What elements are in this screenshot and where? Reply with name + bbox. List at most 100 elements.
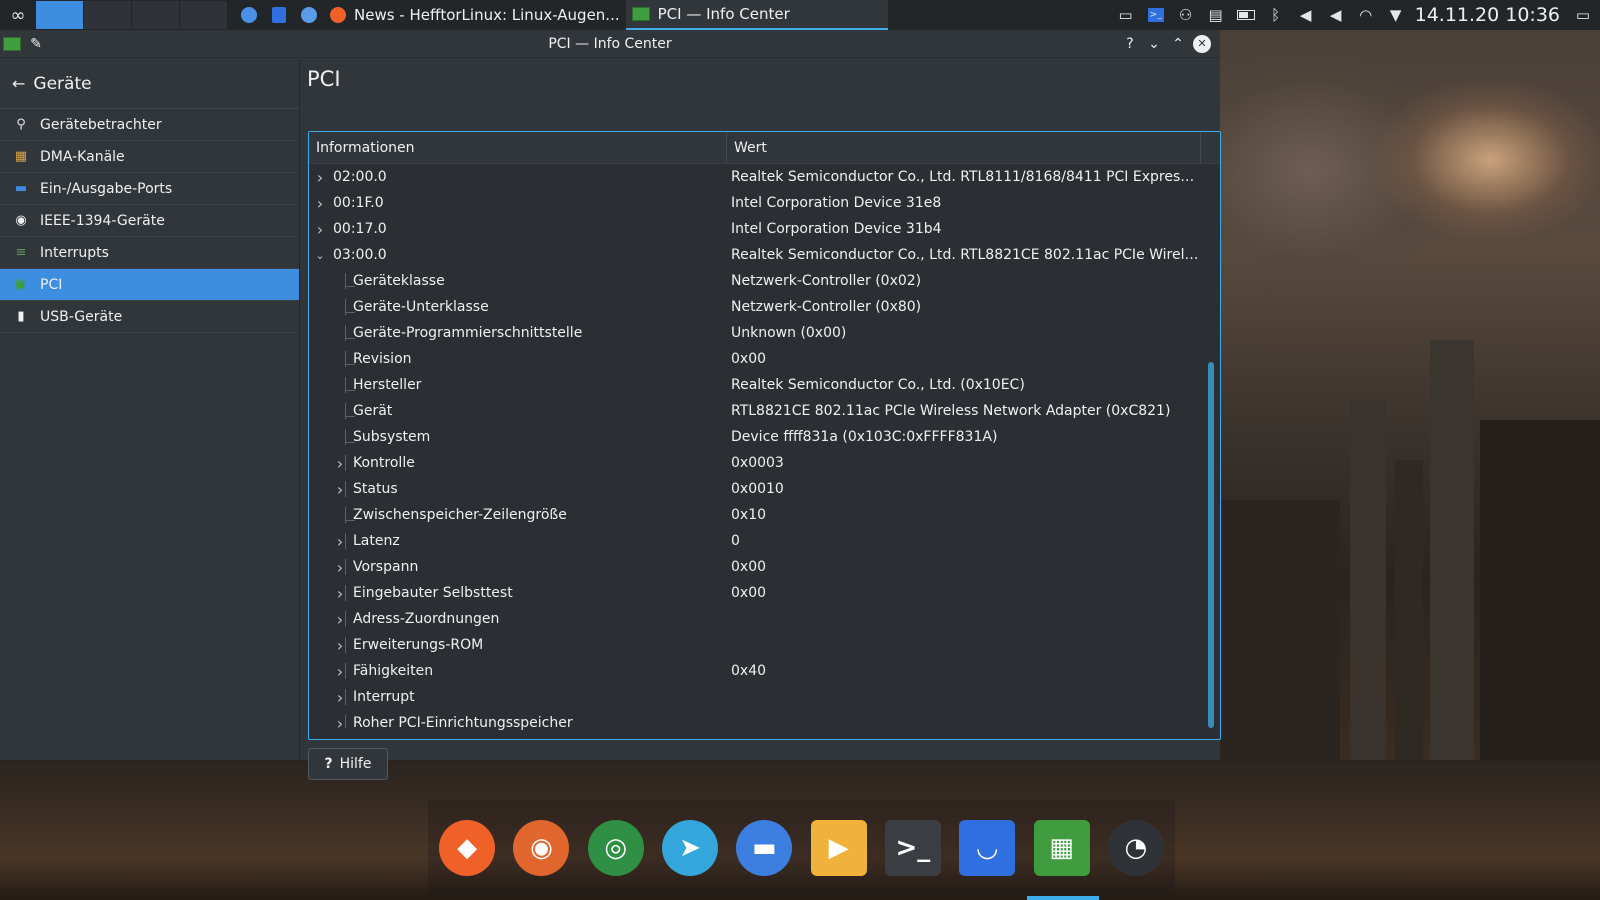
sidebar-item-5[interactable]: ▣ PCI bbox=[0, 269, 299, 301]
tree-row[interactable]: › 00:17.0 Intel Corporation Device 31b4 bbox=[309, 216, 1220, 242]
tree-row-name: Revision bbox=[353, 351, 412, 367]
sidebar-item-2[interactable]: ▬ Ein-/Ausgabe-Ports bbox=[0, 173, 299, 205]
tree-row[interactable]: › Kontrolle 0x0003 bbox=[309, 450, 1220, 476]
sidebar-item-label: PCI bbox=[40, 276, 63, 293]
sidebar-item-1[interactable]: ▦ DMA-Kanäle bbox=[0, 141, 299, 173]
tree-row-name: Hersteller bbox=[353, 377, 422, 393]
terminal-tray-icon[interactable]: >_ bbox=[1145, 4, 1167, 26]
audio-output-icon[interactable]: ◀ bbox=[1325, 4, 1347, 26]
tree-row-name-cell: Geräte-Unterklasse bbox=[309, 299, 727, 315]
tree-row-value: 0 bbox=[731, 533, 740, 549]
window-minimize-button[interactable]: ⌄ bbox=[1142, 32, 1166, 56]
disc-icon: ◉ bbox=[15, 213, 27, 228]
store-icon[interactable]: ◡ bbox=[959, 819, 1016, 876]
column-header-info[interactable]: Informationen bbox=[309, 132, 727, 163]
wifi-icon[interactable]: ◠ bbox=[1355, 4, 1377, 26]
chevron-down-icon[interactable]: ⌄ bbox=[313, 248, 327, 262]
tree-row[interactable]: › Fähigkeiten 0x40 bbox=[309, 658, 1220, 684]
sidebar-item-4[interactable]: ≡ Interrupts bbox=[0, 237, 299, 269]
tree-row[interactable]: Zwischenspeicher-Zeilengröße 0x10 bbox=[309, 502, 1220, 528]
tree-branch-line bbox=[345, 286, 355, 287]
tree-row[interactable]: › Adress-Zuordnungen bbox=[309, 606, 1220, 632]
task-info-center[interactable]: PCI — Info Center bbox=[625, 0, 888, 30]
chevron-right-icon[interactable]: › bbox=[313, 221, 327, 237]
pager-desktop-2[interactable] bbox=[84, 1, 132, 29]
tree-row-name-cell: › Vorspann bbox=[309, 559, 727, 575]
dock-active-indicator bbox=[1027, 896, 1099, 900]
battery-icon[interactable] bbox=[1235, 4, 1257, 26]
tree-row-name-cell: › Eingebauter Selbsttest bbox=[309, 585, 727, 601]
chevron-right-icon[interactable]: › bbox=[313, 195, 327, 211]
volume-icon[interactable]: ◀ bbox=[1295, 4, 1317, 26]
pci-tree-view[interactable]: Informationen Wert › 02:00.0 Realtek Semic… bbox=[308, 131, 1221, 740]
tree-row[interactable]: › 02:00.0 Realtek Semiconductor Co., Ltd. … bbox=[309, 164, 1220, 190]
sidebar-item-3[interactable]: ◉ IEEE-1394-Geräte bbox=[0, 205, 299, 237]
files-icon[interactable]: ▬ bbox=[736, 819, 793, 876]
window-close-button[interactable]: ✕ bbox=[1190, 32, 1214, 56]
application-launcher-icon[interactable]: ∞ bbox=[4, 4, 32, 26]
help-button[interactable]: ? Hilfe bbox=[308, 748, 388, 780]
tree-row[interactable]: › Latenz 0 bbox=[309, 528, 1220, 554]
tree-row[interactable]: › Eingebauter Selbsttest 0x00 bbox=[309, 580, 1220, 606]
bluetooth-icon[interactable]: ᛒ bbox=[1265, 4, 1287, 26]
tree-row[interactable]: › Vorspann 0x00 bbox=[309, 554, 1220, 580]
back-button[interactable]: ← Geräte bbox=[0, 59, 299, 109]
pager-desktop-1[interactable] bbox=[36, 1, 84, 29]
tree-row[interactable]: › Interrupt bbox=[309, 684, 1220, 710]
firefox-icon[interactable]: ◉ bbox=[513, 819, 570, 876]
clock-date[interactable]: 14.11.20 bbox=[1415, 4, 1500, 26]
arrow-left-icon: ← bbox=[12, 74, 26, 93]
clock-time[interactable]: 10:36 bbox=[1505, 4, 1560, 26]
pin-icon[interactable]: ✎ bbox=[24, 32, 48, 56]
sidebar-item-0[interactable]: ⚲ Gerätebetrachter bbox=[0, 109, 299, 141]
tree-row[interactable]: › 00:1F.0 Intel Corporation Device 31e8 bbox=[309, 190, 1220, 216]
window-titlebar[interactable]: ✎ PCI — Info Center ? ⌄ ⌃ ✕ bbox=[0, 30, 1220, 58]
info-center-window: ✎ PCI — Info Center ? ⌄ ⌃ ✕ ← Geräte ⚲ Ge… bbox=[0, 30, 1221, 780]
tree-scrollbar[interactable] bbox=[1208, 362, 1214, 728]
show-desktop-icon[interactable]: ▭ bbox=[1572, 4, 1594, 26]
sidebar-item-6[interactable]: ▮ USB-Geräte bbox=[0, 301, 299, 333]
column-header-value[interactable]: Wert bbox=[727, 132, 1201, 163]
pager-desktop-4[interactable] bbox=[180, 1, 228, 29]
user-icon[interactable]: ⚇ bbox=[1175, 4, 1197, 26]
task-info-center-label: PCI — Info Center bbox=[657, 5, 790, 23]
tree-row[interactable]: ⌄ 03:00.0 Realtek Semiconductor Co., Ltd. … bbox=[309, 242, 1220, 268]
quicklaunch-folder-icon[interactable] bbox=[298, 4, 320, 26]
info-center-icon[interactable]: ▦ bbox=[1033, 819, 1090, 876]
telegram-icon[interactable]: ➤ bbox=[662, 819, 719, 876]
tree-row[interactable]: › Erweiterungs-ROM bbox=[309, 632, 1220, 658]
quicklaunch-files-icon[interactable] bbox=[238, 4, 260, 26]
chrome-icon[interactable]: ◎ bbox=[587, 819, 644, 876]
tree-row-name-cell: › Erweiterungs-ROM bbox=[309, 637, 727, 653]
clipboard-icon[interactable]: ▤ bbox=[1205, 4, 1227, 26]
image-viewer-icon[interactable]: ▭ bbox=[1115, 4, 1137, 26]
tree-branch-line bbox=[345, 390, 355, 391]
quicklaunch-store-icon[interactable] bbox=[268, 4, 290, 26]
tree-row[interactable]: Geräte-Unterklasse Netzwerk-Controller (0… bbox=[309, 294, 1220, 320]
pager-desktop-3[interactable] bbox=[132, 1, 180, 29]
tree-row[interactable]: Gerät RTL8821CE 802.11ac PCIe Wireless Ne… bbox=[309, 398, 1220, 424]
brave-browser-icon[interactable]: ◆ bbox=[439, 819, 496, 876]
window-app-icon[interactable] bbox=[0, 32, 24, 56]
tree-branch-line bbox=[345, 442, 355, 443]
tree-row[interactable]: › Roher PCI-Einrichtungsspeicher bbox=[309, 710, 1220, 736]
tree-row-value: Intel Corporation Device 31b4 bbox=[731, 221, 942, 237]
task-browser[interactable]: News - HefftorLinux: Linux-Augen... bbox=[324, 0, 626, 30]
terminal-icon[interactable]: >_ bbox=[884, 819, 941, 876]
tree-row[interactable]: Hersteller Realtek Semiconductor Co., Ltd… bbox=[309, 372, 1220, 398]
tree-row[interactable]: › Status 0x0010 bbox=[309, 476, 1220, 502]
pci-card-icon: ▣ bbox=[14, 277, 28, 292]
media-player-icon[interactable]: ▶ bbox=[810, 819, 867, 876]
tray-expand-icon[interactable]: ▼ bbox=[1385, 4, 1407, 26]
window-maximize-button[interactable]: ⌃ bbox=[1166, 32, 1190, 56]
tree-row[interactable]: Revision 0x00 bbox=[309, 346, 1220, 372]
window-help-button[interactable]: ? bbox=[1118, 32, 1142, 56]
clock-icon[interactable]: ◔ bbox=[1107, 819, 1164, 876]
usb-icon: ⚲ bbox=[16, 117, 26, 132]
chevron-right-icon[interactable]: › bbox=[313, 169, 327, 185]
tree-row-value: Intel Corporation Device 31e8 bbox=[731, 195, 942, 211]
tree-row[interactable]: Geräteklasse Netzwerk-Controller (0x02) bbox=[309, 268, 1220, 294]
tree-row-value: Realtek Semiconductor Co., Ltd. RTL8821C… bbox=[731, 247, 1201, 263]
tree-row[interactable]: Subsystem Device ffff831a (0x103C:0xFFFF8… bbox=[309, 424, 1220, 450]
tree-row[interactable]: Geräte-Programmierschnittstelle Unknown (… bbox=[309, 320, 1220, 346]
